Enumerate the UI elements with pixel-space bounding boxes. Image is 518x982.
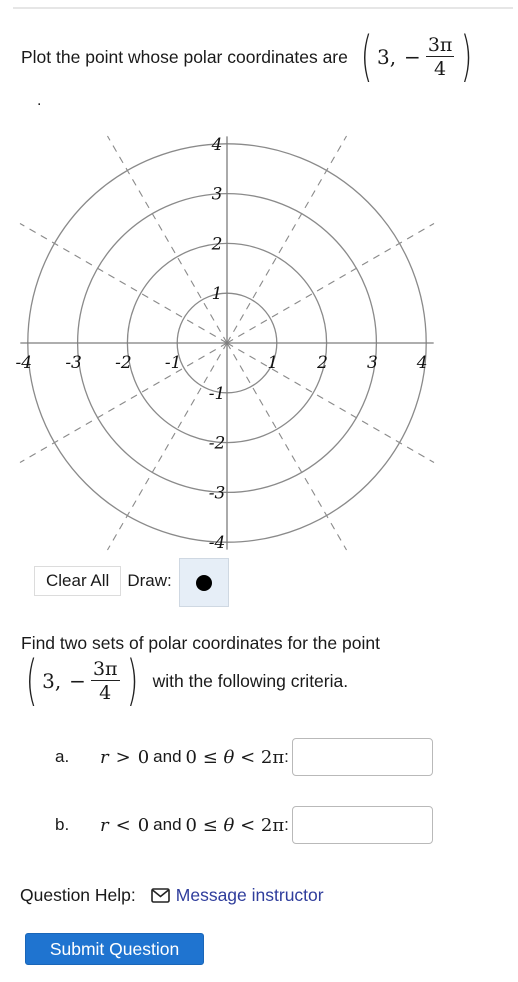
left-paren: ( <box>25 649 38 712</box>
zero: 0 <box>137 746 150 768</box>
range-upper: < 2π <box>234 746 285 768</box>
zero: 0 <box>137 814 150 836</box>
ray-30deg <box>226 223 435 344</box>
theta-variable: θ <box>223 746 235 768</box>
y-tick-label: 4 <box>211 135 223 155</box>
draw-label: Draw: <box>127 570 172 590</box>
clear-all-button[interactable]: Clear All <box>34 565 122 596</box>
range-upper: < 2π <box>234 814 285 836</box>
range-lower: 0 ≤ <box>185 814 224 836</box>
criterion-label: b. <box>55 815 70 834</box>
ray-150deg <box>19 223 228 344</box>
and-text: and <box>153 815 182 834</box>
criterion-a: a. r > 0 and 0 ≤ θ < 2π : <box>55 738 433 776</box>
ray-60deg <box>226 135 347 344</box>
theta-variable: θ <box>223 814 235 836</box>
comma: , <box>54 669 62 693</box>
y-tick-label: 3 <box>212 185 223 205</box>
colon: : <box>284 747 289 766</box>
r-variable: r <box>100 814 109 836</box>
x-tick-label: 1 <box>267 353 278 373</box>
ray-330deg <box>226 342 435 463</box>
point-tool-button[interactable] <box>178 558 229 607</box>
relation: < <box>115 814 131 836</box>
x-tick-label: -4 <box>16 353 33 373</box>
y-tick-label: -1 <box>209 384 226 404</box>
left-paren: ( <box>360 25 373 88</box>
top-divider <box>13 7 513 9</box>
x-tick-label: 2 <box>316 353 328 373</box>
mail-icon <box>150 888 170 903</box>
x-tick-label: -2 <box>115 353 132 373</box>
y-tick-label: -3 <box>209 483 226 503</box>
criterion-label: a. <box>55 747 70 766</box>
submit-question-button[interactable]: Submit Question <box>25 933 204 965</box>
theta-numerator: 3π <box>90 657 120 681</box>
ray-300deg <box>226 342 347 551</box>
criteria-intro: with the following criteria. <box>152 670 349 691</box>
polar-graph[interactable]: -4 -3 -2 -1 1 2 3 4 4 3 2 1 -1 -2 -3 -4 <box>0 125 460 555</box>
point-r: 3 <box>376 45 390 69</box>
y-tick-label: -4 <box>209 533 226 553</box>
x-tick-label: 4 <box>416 353 428 373</box>
message-instructor-link[interactable]: Message instructor <box>176 885 324 906</box>
theta-numerator: 3π <box>425 33 455 57</box>
r-variable: r <box>100 746 109 768</box>
y-tick-label: -2 <box>209 434 226 454</box>
point-theta-sign: − <box>404 45 421 69</box>
answer-b-input[interactable] <box>291 806 433 844</box>
x-tick-label: -3 <box>65 353 82 373</box>
range-lower: 0 ≤ <box>185 746 224 768</box>
point-theta-fraction: 3π 4 <box>425 33 455 81</box>
question2-text: Find two sets of polar coordinates for t… <box>21 633 380 653</box>
point-icon <box>195 574 212 591</box>
relation: > <box>115 746 131 768</box>
right-paren: ) <box>126 649 138 712</box>
prompt-text: Plot the point whose polar coordinates a… <box>21 46 348 67</box>
question-help: Question Help: Message instructor <box>20 885 324 906</box>
point-theta-fraction: 3π 4 <box>90 657 120 705</box>
graph-controls: Clear All Draw: <box>34 558 229 607</box>
answer-a-input[interactable] <box>291 738 433 776</box>
ray-120deg <box>107 135 228 344</box>
comma: , <box>389 45 397 69</box>
theta-denominator: 4 <box>434 57 447 80</box>
prompt-period: . <box>37 92 42 109</box>
question2-point-line: ( 3, − 3π 4 ) with the following criteri… <box>21 654 348 708</box>
theta-denominator: 4 <box>99 681 112 704</box>
colon: : <box>284 815 289 834</box>
polar-point-2: ( 3, − 3π 4 ) <box>21 654 143 708</box>
help-label: Question Help: <box>20 885 136 905</box>
question-prompt: Plot the point whose polar coordinates a… <box>21 30 477 84</box>
y-tick-label: 2 <box>211 234 223 254</box>
y-tick-label: 1 <box>212 284 223 304</box>
polar-point: ( 3, − 3π 4 ) <box>356 30 478 84</box>
x-tick-label: 3 <box>367 353 378 373</box>
criterion-b: b. r < 0 and 0 ≤ θ < 2π : <box>55 806 433 844</box>
right-paren: ) <box>461 25 473 88</box>
x-tick-label: -1 <box>165 353 182 373</box>
and-text: and <box>153 747 182 766</box>
point-r: 3 <box>42 669 55 693</box>
point-theta-sign: − <box>69 669 86 693</box>
